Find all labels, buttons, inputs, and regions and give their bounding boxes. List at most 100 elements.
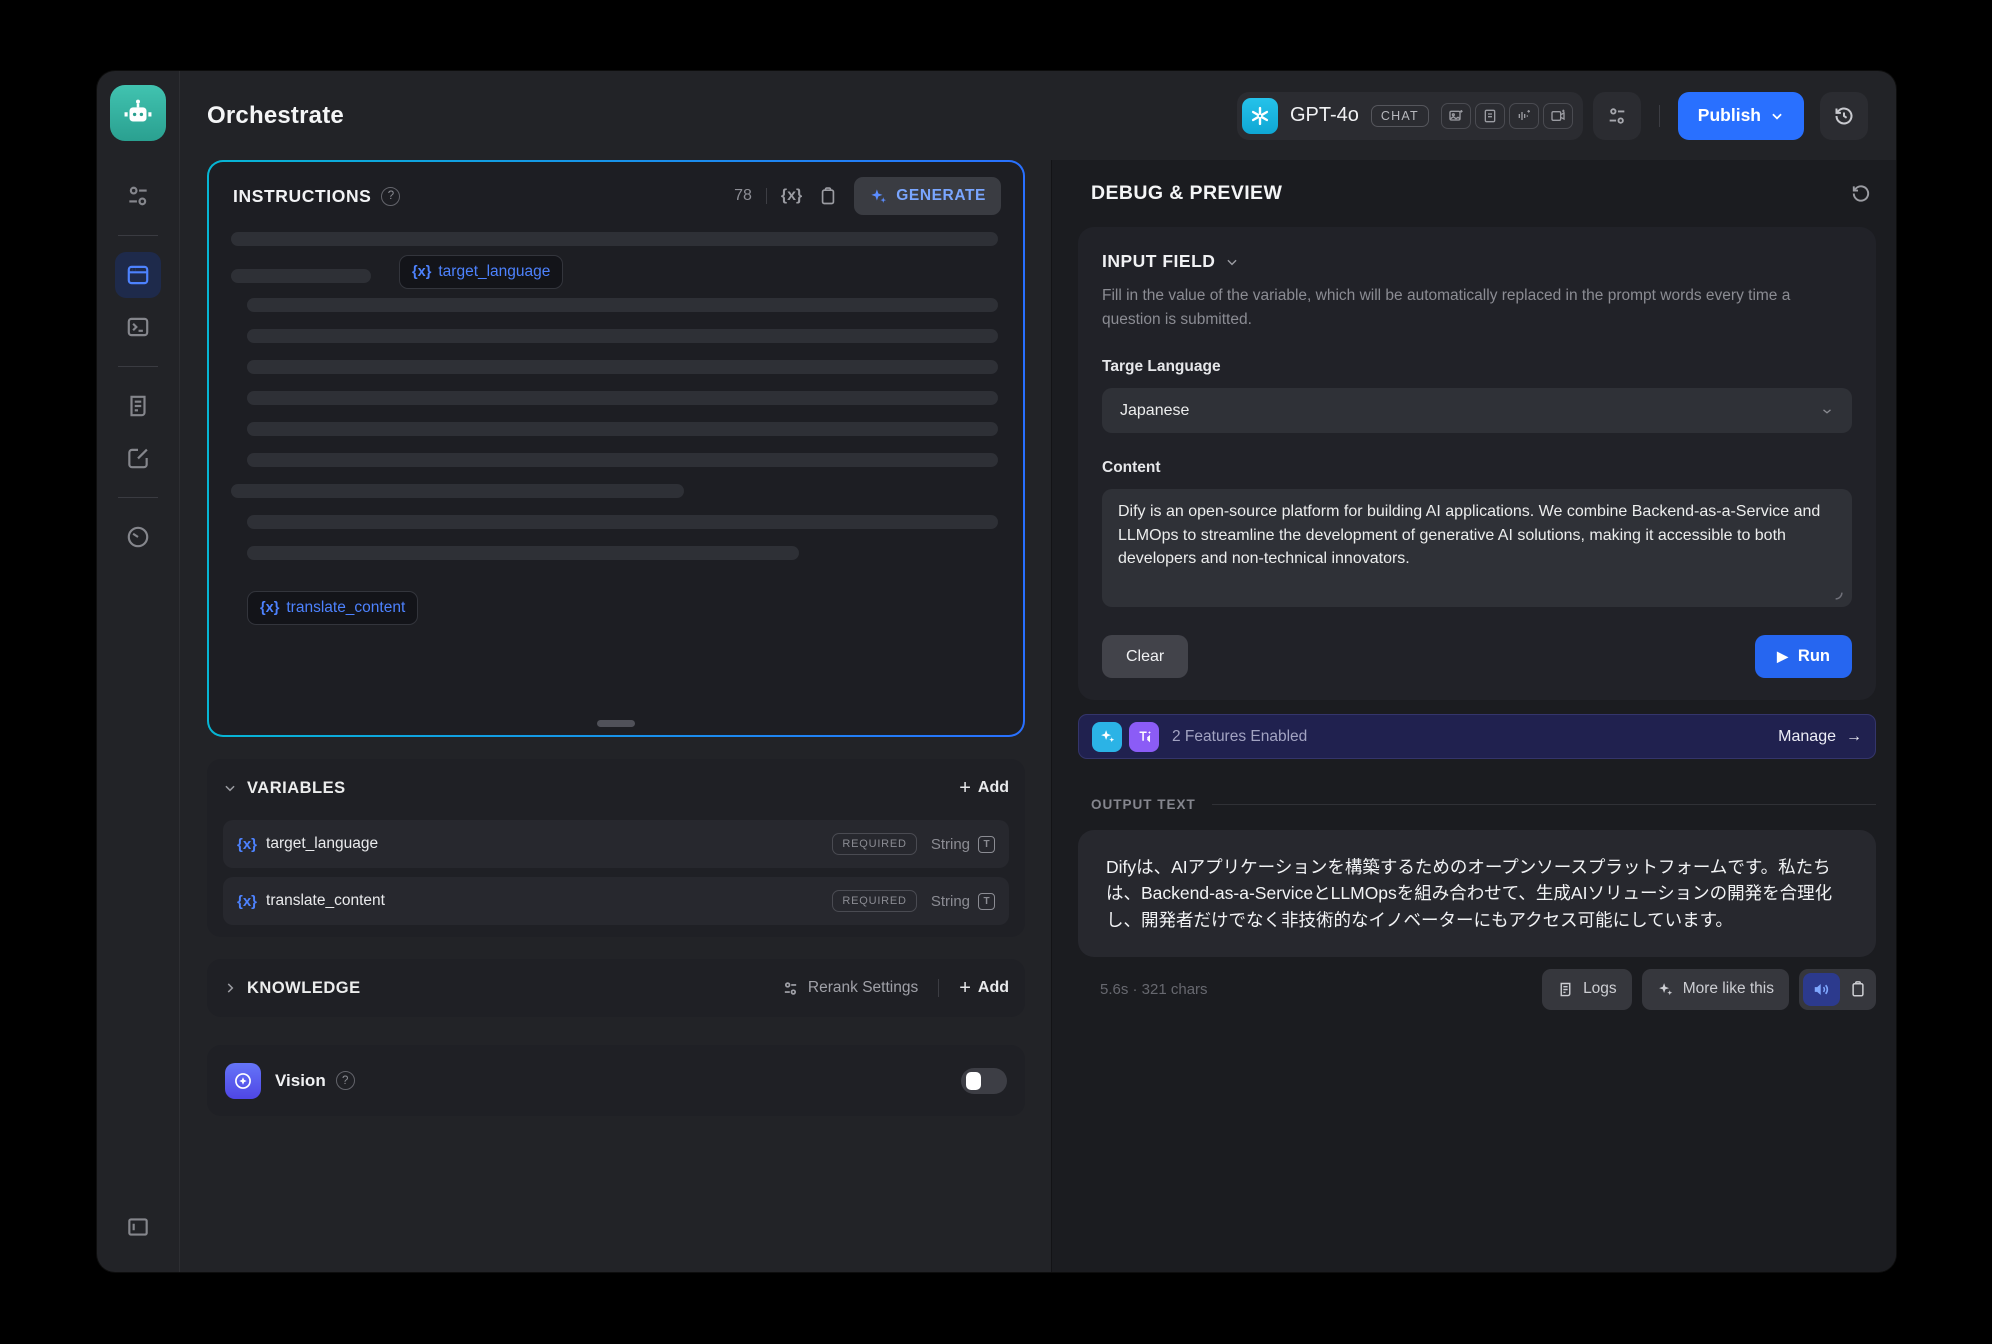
- generate-feature-icon: [1092, 722, 1122, 752]
- panel-resize-handle[interactable]: [597, 720, 635, 727]
- variable-row[interactable]: {x} target_language REQUIRED String T: [223, 820, 1009, 868]
- string-type-icon[interactable]: T: [978, 893, 995, 910]
- prompt-skeleton: {x} target_language: [209, 224, 1023, 625]
- variable-token: {x}: [260, 600, 279, 616]
- skeleton-line: [247, 360, 998, 374]
- sidebar-item-api[interactable]: [115, 304, 161, 350]
- skeleton-line: [247, 298, 998, 312]
- add-knowledge-button[interactable]: + Add: [959, 978, 1009, 998]
- input-field-card: INPUT FIELD Fill in the value of the var…: [1078, 227, 1876, 700]
- orchestrate-pane: INSTRUCTIONS ? 78 {x}: [180, 160, 1051, 1272]
- variable-name: target_language: [266, 835, 378, 853]
- vision-capability-icon: [1441, 103, 1471, 129]
- log-document-icon: [1557, 981, 1574, 998]
- skeleton-line: [247, 422, 998, 436]
- content-textarea[interactable]: Dify is an open-source platform for buil…: [1102, 489, 1852, 607]
- knowledge-title: KNOWLEDGE: [247, 979, 361, 998]
- sidebar-item-logs[interactable]: [115, 383, 161, 429]
- run-label: Run: [1798, 647, 1830, 666]
- help-icon[interactable]: ?: [336, 1071, 355, 1090]
- document-capability-icon: [1475, 103, 1505, 129]
- variable-chip-target-language[interactable]: {x} target_language: [399, 255, 563, 289]
- chevron-right-icon[interactable]: [223, 981, 237, 995]
- logs-label: Logs: [1583, 980, 1617, 998]
- publish-button[interactable]: Publish: [1678, 92, 1804, 140]
- output-title: OUTPUT TEXT: [1091, 797, 1196, 812]
- features-bar[interactable]: 2 Features Enabled Manage →: [1078, 714, 1876, 759]
- output-tools: [1799, 969, 1876, 1010]
- debug-preview-pane: DEBUG & PREVIEW INPUT FIELD: [1051, 160, 1896, 1272]
- model-parameters-button[interactable]: [1593, 92, 1641, 140]
- history-button[interactable]: [1820, 92, 1868, 140]
- sidebar-item-monitoring[interactable]: [115, 514, 161, 560]
- variable-chip-label: translate_content: [286, 599, 405, 617]
- speaker-button[interactable]: [1803, 973, 1840, 1006]
- content-value: Dify is an open-source platform for buil…: [1118, 500, 1836, 571]
- string-type-icon[interactable]: T: [978, 836, 995, 853]
- required-badge: REQUIRED: [832, 890, 916, 912]
- publish-label: Publish: [1698, 105, 1761, 126]
- copy-output-button[interactable]: [1849, 980, 1867, 998]
- model-selector[interactable]: GPT-4o CHAT: [1237, 92, 1583, 140]
- insert-variable-icon[interactable]: {x}: [781, 187, 802, 205]
- input-field-description: Fill in the value of the variable, which…: [1102, 284, 1852, 332]
- output-meta-row: 5.6s · 321 chars Logs: [1078, 969, 1876, 1010]
- robot-icon: [121, 96, 155, 130]
- sidebar-item-orchestrate[interactable]: [115, 252, 161, 298]
- sparkle-icon: [869, 187, 888, 206]
- instructions-panel[interactable]: INSTRUCTIONS ? 78 {x}: [207, 160, 1025, 737]
- target-language-label: Targe Language: [1102, 358, 1852, 376]
- more-like-this-button[interactable]: More like this: [1642, 969, 1789, 1010]
- char-count: 78: [734, 187, 752, 205]
- play-icon: ▶: [1777, 648, 1788, 665]
- window-icon: [125, 262, 151, 288]
- input-field-header[interactable]: INPUT FIELD: [1102, 251, 1852, 272]
- collapse-sidebar-button[interactable]: [115, 1204, 161, 1250]
- variable-row[interactable]: {x} translate_content REQUIRED String T: [223, 877, 1009, 925]
- debug-title: DEBUG & PREVIEW: [1091, 182, 1282, 205]
- text-to-speech-feature-icon: [1129, 722, 1159, 752]
- rerank-settings-button[interactable]: Rerank Settings: [782, 979, 918, 997]
- skeleton-line: [231, 232, 998, 246]
- gauge-icon: [125, 524, 151, 550]
- edit-square-icon: [125, 445, 151, 471]
- content: INSTRUCTIONS ? 78 {x}: [180, 160, 1896, 1272]
- variable-token: {x}: [237, 893, 257, 910]
- sidebar-item-annotation[interactable]: [115, 435, 161, 481]
- features-status: 2 Features Enabled: [1172, 728, 1307, 746]
- chevron-down-icon[interactable]: [223, 781, 237, 795]
- resize-corner-icon[interactable]: [1830, 587, 1845, 602]
- variable-type: String: [931, 893, 970, 910]
- output-bubble: Difyは、AIアプリケーションを構築するためのオープンソースプラットフォームで…: [1078, 830, 1876, 957]
- run-button[interactable]: ▶ Run: [1755, 635, 1852, 678]
- sliders-icon: [782, 980, 799, 997]
- vision-section: Vision ?: [207, 1045, 1025, 1116]
- help-icon[interactable]: ?: [381, 187, 400, 206]
- logs-button[interactable]: Logs: [1542, 969, 1632, 1010]
- variable-chip-translate-content[interactable]: {x} translate_content: [247, 591, 418, 625]
- vision-feature-icon: [225, 1063, 261, 1099]
- instructions-header: INSTRUCTIONS ? 78 {x}: [209, 162, 1023, 224]
- model-mode-badge: CHAT: [1371, 105, 1429, 127]
- skeleton-line: [247, 453, 998, 467]
- vision-toggle[interactable]: [961, 1068, 1007, 1094]
- restart-button[interactable]: [1849, 182, 1872, 205]
- output-text: Difyは、AIアプリケーションを構築するためのオープンソースプラットフォームで…: [1106, 854, 1848, 933]
- toggle-knob: [966, 1072, 981, 1090]
- app-robot-icon[interactable]: [110, 85, 166, 141]
- sidebar-item-settings[interactable]: [115, 173, 161, 219]
- target-language-select[interactable]: Japanese: [1102, 388, 1852, 433]
- generate-button[interactable]: GENERATE: [854, 177, 1001, 215]
- variable-chip-label: target_language: [438, 263, 550, 281]
- add-variable-button[interactable]: + Add: [959, 778, 1009, 798]
- terminal-icon: [125, 314, 151, 340]
- skeleton-line: [247, 329, 998, 343]
- manage-features-button[interactable]: Manage →: [1778, 728, 1862, 746]
- clear-button[interactable]: Clear: [1102, 635, 1188, 678]
- debug-actions: Clear ▶ Run: [1102, 635, 1852, 678]
- sidebar-divider: [118, 235, 158, 236]
- copy-icon[interactable]: [818, 186, 838, 206]
- instructions-title: INSTRUCTIONS: [233, 186, 371, 207]
- openai-logo-icon: [1242, 98, 1278, 134]
- more-like-this-label: More like this: [1683, 980, 1774, 998]
